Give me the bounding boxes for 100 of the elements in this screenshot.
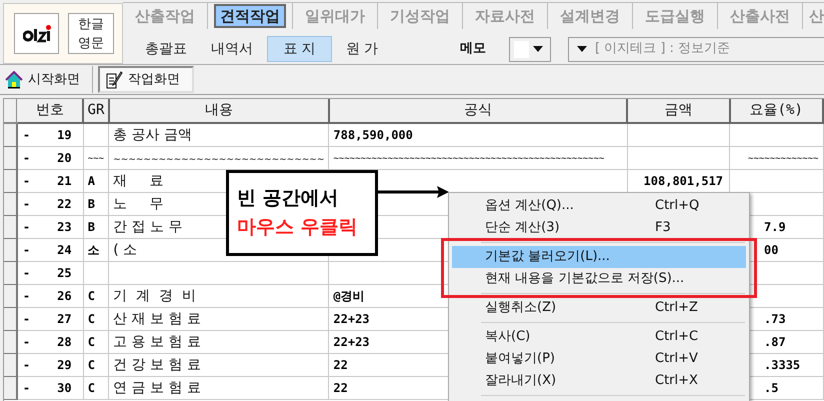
document-tab[interactable]: 시작화면 (0, 66, 93, 93)
formula-cell: ~~~~~~~~~~~~~~~~~~~~~~~~~~~~~~~~~~~~~~~~~~~~~~~~~~ (333, 154, 604, 164)
row-header-cell (4, 99, 17, 123)
group-cell: C (88, 334, 95, 348)
menu-item[interactable]: 옵션 계산(Q)... Ctrl+Q (452, 195, 746, 217)
note-pencil-icon (105, 70, 123, 88)
content-cell: ~~~~~~~~~~~~~~~~~~~~~~~~~~~~ (113, 154, 324, 164)
row-number: 29 (57, 356, 72, 374)
group-cell: C (88, 380, 95, 394)
menu-item[interactable]: 잘라내기(X) Ctrl+X (452, 370, 746, 392)
formula-cell: 788,590,000 (333, 128, 413, 142)
row-number: 30 (57, 380, 72, 396)
row-header-cell (4, 376, 17, 399)
row-header-cell (4, 169, 17, 192)
menu-tab[interactable]: 견적작업 (214, 4, 286, 28)
content-cell: 산 재 보 험 료 (113, 310, 202, 326)
row-number: 24 (57, 242, 72, 258)
menu-item[interactable]: 현재 내용을 기본값으로 저장(S)... (452, 268, 746, 290)
row-header-cell (4, 307, 17, 330)
column-header: 금액 (627, 99, 730, 123)
rate-cell: .73 (764, 312, 786, 326)
column-header: 요율(%) (730, 99, 823, 123)
dropdown-arrow-icon (533, 46, 543, 52)
row-header-cell (4, 215, 17, 238)
menu-item[interactable]: 실행취소(Z) Ctrl+Z (452, 297, 746, 319)
group-cell: C (88, 358, 95, 372)
house-icon (5, 70, 23, 88)
memo-label: 메모 (460, 40, 487, 58)
row-marker: - (22, 150, 30, 166)
document-tab[interactable]: 작업화면 (98, 66, 194, 93)
rate-cell: .87 (764, 334, 786, 348)
row-marker: - (22, 126, 30, 144)
row-marker: - (22, 172, 30, 190)
row-marker: - (22, 196, 30, 212)
content-cell: 기 계 경 비 (113, 288, 196, 304)
row-header-cell (4, 123, 17, 146)
content-cell: 고 용 보 험 료 (113, 334, 202, 350)
row-marker: - (22, 264, 30, 282)
row-number: 20 (57, 150, 72, 166)
dropdown-arrow-icon (577, 46, 587, 52)
formula-cell: @경비 (333, 288, 365, 302)
row-number: 19 (57, 126, 72, 144)
formula-cell: 22 (333, 358, 348, 372)
content-cell: ( 소 (113, 242, 138, 258)
menu-item[interactable]: 단순 계산(3) F3 (452, 217, 746, 239)
row-number: 23 (57, 218, 72, 236)
logo-icon (22, 24, 50, 42)
row-header-cell (4, 261, 17, 284)
row-number: 25 (57, 264, 72, 282)
language-button[interactable]: 한글 영문 (68, 13, 114, 54)
content-cell: 총 공사 금액 (113, 126, 192, 143)
view-tab[interactable]: 내역서 (197, 36, 267, 62)
row-header-cell (4, 284, 17, 307)
content-cell: 연 금 보 험 료 (113, 380, 202, 396)
column-header: 번호 (16, 99, 84, 123)
group-cell: C (88, 312, 95, 326)
logo-button[interactable] (14, 13, 59, 54)
content-cell: 재 료 (113, 172, 164, 188)
color-dropdown[interactable] (509, 36, 551, 62)
row-marker: - (22, 380, 30, 396)
formula-cell: 22 (333, 380, 348, 394)
row-number: 21 (57, 172, 72, 190)
menu-item[interactable]: 복사(C) Ctrl+C (452, 326, 746, 348)
content-cell: 노 무 (113, 196, 164, 212)
row-number: 22 (57, 196, 72, 212)
group-cell: 소 (88, 242, 100, 256)
row-header-cell (4, 330, 17, 353)
column-header: GR (83, 99, 109, 123)
menu-item[interactable]: 붙여넣기(P) Ctrl+V (452, 348, 746, 370)
rate-cell: .5 (764, 380, 778, 394)
amount-cell: 108,801,517 (644, 174, 724, 188)
row-number: 28 (57, 334, 72, 350)
row-number: 26 (57, 288, 72, 304)
row-marker: - (22, 334, 30, 350)
view-tab[interactable]: 총괄표 (135, 36, 197, 62)
group-cell: A (88, 174, 95, 188)
formula-cell: 22+23 (333, 312, 370, 326)
row-header-cell (4, 238, 17, 261)
row-marker: - (22, 242, 30, 258)
view-tab[interactable]: 원 가 (332, 36, 392, 62)
rate-cell: 00 (764, 242, 778, 256)
rate-cell: .3335 (764, 358, 800, 372)
group-cell: B (88, 196, 95, 210)
group-cell: ~~~ (88, 154, 104, 164)
group-cell: C (88, 288, 95, 302)
menu-item[interactable]: 기본값 불러오기(L)... (452, 246, 746, 268)
combo-value: [ 이지테크 ] : 정보기준 (595, 40, 730, 58)
callout-text: 빈 공간에서 (237, 189, 340, 208)
formula-cell: 22+23 (333, 334, 370, 348)
view-tab[interactable]: 표 지 (267, 36, 332, 62)
row-number: 27 (57, 310, 72, 328)
row-marker: - (22, 218, 30, 236)
column-header: 공식 (328, 99, 628, 123)
row-marker: - (22, 310, 30, 328)
rate-cell: ~~~~~~~~~~~~~ (748, 154, 818, 164)
row-header-cell (4, 192, 17, 215)
row-header-cell (4, 146, 17, 169)
row-header-cell (4, 353, 17, 376)
group-cell: B (88, 220, 95, 234)
content-cell: 건 강 보 험 료 (113, 356, 202, 372)
